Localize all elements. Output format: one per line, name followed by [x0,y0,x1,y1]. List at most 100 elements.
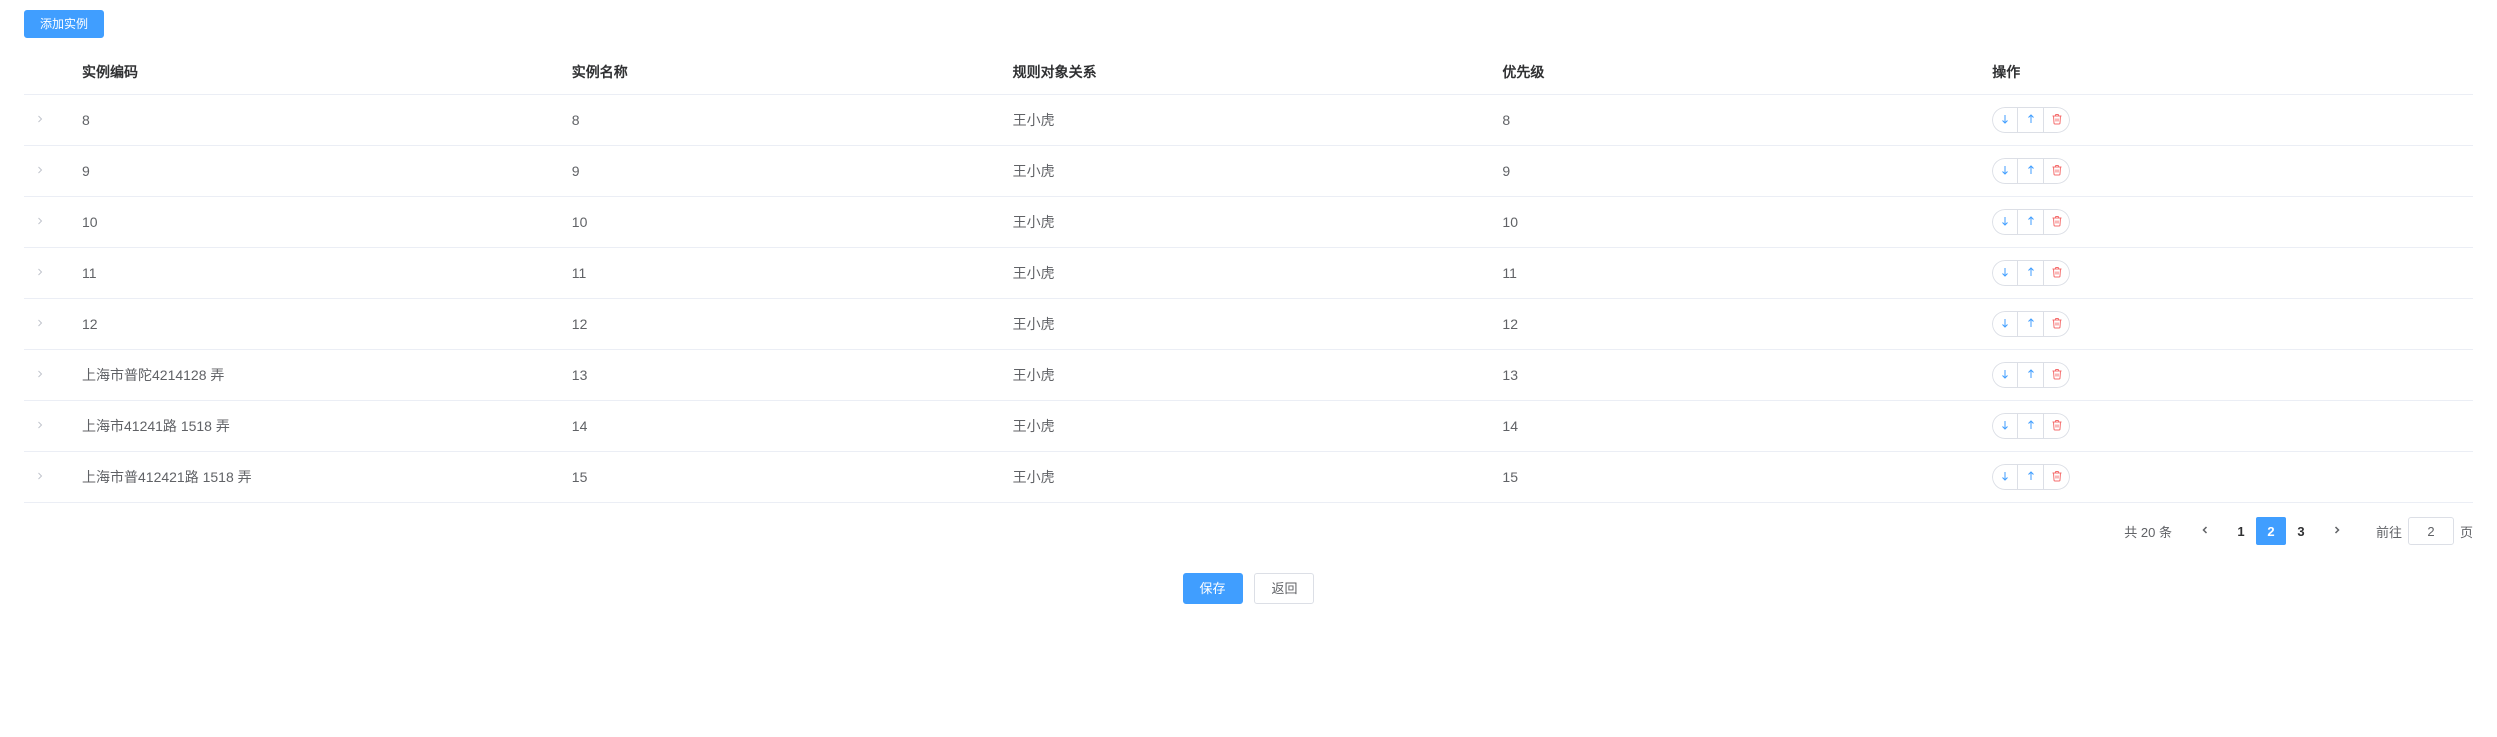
cell-priority: 12 [1492,299,1982,350]
cell-name: 15 [562,452,1003,503]
trash-icon [2051,164,2063,179]
delete-button[interactable] [2044,413,2070,439]
header-expand [24,50,72,95]
trash-icon [2051,368,2063,383]
table-row: 上海市普412421路 1518 弄15王小虎15 [24,452,2473,503]
trash-icon [2051,317,2063,332]
arrow-down-icon [1999,215,2011,230]
delete-button[interactable] [2044,107,2070,133]
cell-relation: 王小虎 [1003,95,1493,146]
header-name: 实例名称 [562,50,1003,95]
delete-button[interactable] [2044,209,2070,235]
pagination-total: 共 20 条 [2124,522,2172,541]
table-row: 1111王小虎11 [24,248,2473,299]
trash-icon [2051,215,2063,230]
expand-row-icon[interactable] [34,419,46,431]
move-up-button[interactable] [2018,413,2044,439]
header-action: 操作 [1982,50,2473,95]
move-down-button[interactable] [1992,107,2018,133]
move-up-button[interactable] [2018,311,2044,337]
delete-button[interactable] [2044,362,2070,388]
cell-relation: 王小虎 [1003,350,1493,401]
delete-button[interactable] [2044,311,2070,337]
cell-priority: 13 [1492,350,1982,401]
cell-name: 13 [562,350,1003,401]
cell-code: 9 [72,146,562,197]
cell-code: 8 [72,95,562,146]
cell-priority: 10 [1492,197,1982,248]
cell-code: 上海市普陀4214128 弄 [72,350,562,401]
move-down-button[interactable] [1992,209,2018,235]
delete-button[interactable] [2044,158,2070,184]
pagination-prev-button[interactable] [2190,517,2220,545]
chevron-right-icon [2331,524,2343,539]
trash-icon [2051,266,2063,281]
arrow-up-icon [2025,113,2037,128]
expand-row-icon[interactable] [34,368,46,380]
cell-priority: 14 [1492,401,1982,452]
expand-row-icon[interactable] [34,113,46,125]
cell-code: 上海市41241路 1518 弄 [72,401,562,452]
trash-icon [2051,113,2063,128]
move-up-button[interactable] [2018,209,2044,235]
cell-code: 上海市普412421路 1518 弄 [72,452,562,503]
table-row: 上海市普陀4214128 弄13王小虎13 [24,350,2473,401]
pagination-page-button[interactable]: 2 [2256,517,2286,545]
expand-row-icon[interactable] [34,470,46,482]
cell-name: 8 [562,95,1003,146]
move-down-button[interactable] [1992,311,2018,337]
cell-relation: 王小虎 [1003,197,1493,248]
pagination-jump-input[interactable] [2408,517,2454,545]
back-button[interactable]: 返回 [1254,573,1314,604]
arrow-up-icon [2025,470,2037,485]
table-row: 1212王小虎12 [24,299,2473,350]
footer-actions: 保存 返回 [24,573,2473,604]
pagination-page-button[interactable]: 3 [2286,517,2316,545]
save-button[interactable]: 保存 [1183,573,1243,604]
expand-row-icon[interactable] [34,215,46,227]
move-down-button[interactable] [1992,362,2018,388]
arrow-down-icon [1999,368,2011,383]
move-down-button[interactable] [1992,260,2018,286]
move-up-button[interactable] [2018,260,2044,286]
pagination-next-button[interactable] [2322,517,2352,545]
table-row: 上海市41241路 1518 弄14王小虎14 [24,401,2473,452]
arrow-down-icon [1999,317,2011,332]
pagination: 共 20 条 123 前往 页 [24,517,2473,545]
trash-icon [2051,470,2063,485]
move-up-button[interactable] [2018,464,2044,490]
cell-code: 10 [72,197,562,248]
header-relation: 规则对象关系 [1003,50,1493,95]
expand-row-icon[interactable] [34,317,46,329]
move-down-button[interactable] [1992,158,2018,184]
expand-row-icon[interactable] [34,266,46,278]
cell-name: 14 [562,401,1003,452]
header-priority: 优先级 [1492,50,1982,95]
arrow-down-icon [1999,266,2011,281]
cell-priority: 9 [1492,146,1982,197]
arrow-up-icon [2025,266,2037,281]
arrow-up-icon [2025,215,2037,230]
arrow-down-icon [1999,470,2011,485]
pagination-jump-suffix: 页 [2460,522,2473,541]
move-up-button[interactable] [2018,107,2044,133]
delete-button[interactable] [2044,464,2070,490]
move-up-button[interactable] [2018,158,2044,184]
cell-priority: 8 [1492,95,1982,146]
chevron-left-icon [2199,524,2211,539]
arrow-down-icon [1999,113,2011,128]
delete-button[interactable] [2044,260,2070,286]
table-row: 88王小虎8 [24,95,2473,146]
move-down-button[interactable] [1992,464,2018,490]
move-down-button[interactable] [1992,413,2018,439]
pagination-page-button[interactable]: 1 [2226,517,2256,545]
move-up-button[interactable] [2018,362,2044,388]
cell-priority: 15 [1492,452,1982,503]
arrow-up-icon [2025,368,2037,383]
arrow-up-icon [2025,419,2037,434]
pagination-jump-prefix: 前往 [2376,522,2402,541]
cell-code: 12 [72,299,562,350]
add-instance-button[interactable]: 添加实例 [24,10,104,38]
expand-row-icon[interactable] [34,164,46,176]
cell-relation: 王小虎 [1003,299,1493,350]
